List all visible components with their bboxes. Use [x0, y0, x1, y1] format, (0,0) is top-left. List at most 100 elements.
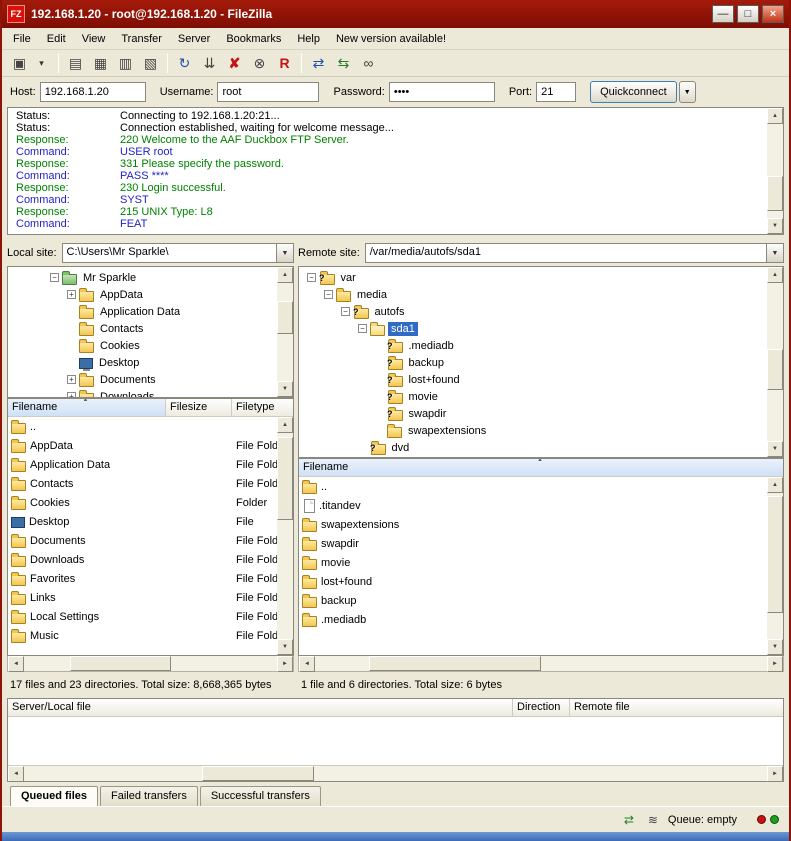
scroll-thumb[interactable] [277, 437, 293, 519]
remote-site-combobox[interactable]: /var/media/autofs/sda1 ▼ [365, 243, 784, 263]
local-site-combobox[interactable]: C:\Users\Mr Sparkle\ ▼ [62, 243, 294, 263]
menu-bookmarks[interactable]: Bookmarks [218, 30, 289, 48]
host-input[interactable] [40, 82, 146, 102]
scroll-up-icon[interactable]: ▲ [767, 477, 783, 493]
scroll-track[interactable] [767, 283, 783, 441]
scroll-down-icon[interactable]: ▼ [767, 218, 783, 234]
table-row[interactable]: MusicFile Folder [8, 626, 277, 645]
table-row[interactable]: .mediadb [299, 610, 767, 629]
expand-icon[interactable]: + [67, 290, 76, 299]
table-row[interactable]: .titandev [299, 496, 767, 515]
table-row[interactable]: AppDataFile Folder [8, 436, 277, 455]
local-list-scrollbar[interactable]: ▲ ▼ [277, 417, 293, 655]
tree-item[interactable]: Contacts [8, 320, 277, 337]
tree-item-selected[interactable]: −sda1 [299, 320, 767, 337]
table-row[interactable]: Application DataFile Folder [8, 455, 277, 474]
column-header-filename[interactable]: Filename▲ [8, 399, 166, 417]
scroll-up-icon[interactable]: ▲ [767, 108, 783, 124]
sync-browsing-icon[interactable]: ⇆ [332, 52, 355, 74]
queue-hscrollbar[interactable]: ◄ ► [8, 765, 783, 781]
remote-list-scrollbar[interactable]: ▲ ▼ [767, 477, 783, 655]
column-header-filesize[interactable]: Filesize [166, 399, 232, 417]
tree-item[interactable]: Application Data [8, 303, 277, 320]
scroll-up-icon[interactable]: ▲ [277, 267, 293, 283]
tree-item[interactable]: −?var [299, 269, 767, 286]
scroll-down-icon[interactable]: ▼ [767, 639, 783, 655]
scroll-down-icon[interactable]: ▼ [767, 441, 783, 457]
scroll-track[interactable] [24, 766, 767, 781]
minimize-button[interactable]: — [712, 5, 734, 23]
scroll-down-icon[interactable]: ▼ [277, 381, 293, 397]
table-row[interactable]: backup [299, 591, 767, 610]
menu-edit[interactable]: Edit [39, 30, 74, 48]
username-input[interactable] [217, 82, 319, 102]
column-header-filetype[interactable]: Filetype [232, 399, 293, 417]
table-row[interactable]: .. [8, 417, 277, 436]
scroll-thumb[interactable] [70, 656, 171, 671]
table-row[interactable]: Local SettingsFile Folder [8, 607, 277, 626]
scroll-up-icon[interactable]: ▲ [277, 417, 293, 433]
tree-item[interactable]: −Mr Sparkle [8, 269, 277, 286]
tree-item[interactable]: Desktop [8, 354, 277, 371]
tree-item[interactable]: +Downloads [8, 388, 277, 397]
tab-queued-files[interactable]: Queued files [10, 786, 98, 806]
tab-successful-transfers[interactable]: Successful transfers [200, 786, 321, 806]
tree-item[interactable]: swapextensions [299, 422, 767, 439]
scroll-track[interactable] [277, 433, 293, 639]
menu-help[interactable]: Help [289, 30, 328, 48]
tree-item[interactable]: ?backup [299, 354, 767, 371]
scroll-left-icon[interactable]: ◄ [8, 656, 24, 672]
scroll-right-icon[interactable]: ► [767, 766, 783, 782]
column-header-server-local-file[interactable]: Server/Local file [8, 699, 513, 717]
titlebar[interactable]: FZ 192.168.1.20 - root@192.168.1.20 - Fi… [2, 0, 789, 28]
toggle-log-icon[interactable]: ▤ [64, 52, 87, 74]
log-scrollbar[interactable]: ▲ ▼ [767, 108, 783, 234]
toggle-queue-icon[interactable]: ▧ [139, 52, 162, 74]
disconnect-icon[interactable]: ⊗ [248, 52, 271, 74]
tree-item[interactable]: +AppData [8, 286, 277, 303]
scroll-right-icon[interactable]: ► [767, 656, 783, 672]
remote-tree-scrollbar[interactable]: ▲ ▼ [767, 267, 783, 457]
toggle-local-tree-icon[interactable]: ▦ [89, 52, 112, 74]
maximize-button[interactable]: □ [737, 5, 759, 23]
scroll-right-icon[interactable]: ► [277, 656, 293, 672]
refresh-icon[interactable]: ↻ [173, 52, 196, 74]
sync-arrows-icon[interactable]: ⇄ [620, 812, 638, 828]
quickconnect-dropdown-icon[interactable]: ▼ [679, 81, 696, 103]
quickconnect-button[interactable]: Quickconnect [590, 81, 677, 103]
collapse-icon[interactable]: − [307, 273, 316, 282]
toggle-remote-tree-icon[interactable]: ▥ [114, 52, 137, 74]
collapse-icon[interactable]: − [341, 307, 350, 316]
chevron-down-icon[interactable]: ▼ [276, 244, 293, 262]
table-row[interactable]: .. [299, 477, 767, 496]
reconnect-icon[interactable]: R [273, 52, 296, 74]
table-row[interactable]: swapdir [299, 534, 767, 553]
scroll-thumb[interactable] [767, 496, 783, 613]
port-input[interactable] [536, 82, 576, 102]
tree-item[interactable]: Cookies [8, 337, 277, 354]
tree-item[interactable]: ?swapdir [299, 405, 767, 422]
scroll-track[interactable] [767, 124, 783, 218]
column-header-remote-file[interactable]: Remote file [570, 699, 783, 717]
scroll-thumb[interactable] [369, 656, 541, 671]
table-row[interactable]: movie [299, 553, 767, 572]
find-files-icon[interactable]: ∞ [357, 52, 380, 74]
column-header-filename[interactable]: Filename▲ [299, 459, 783, 477]
table-row[interactable]: LinksFile Folder [8, 588, 277, 607]
local-list-hscrollbar[interactable]: ◄ ► [7, 656, 294, 672]
scroll-track[interactable] [767, 493, 783, 639]
menu-transfer[interactable]: Transfer [113, 30, 170, 48]
password-input[interactable] [389, 82, 495, 102]
scroll-up-icon[interactable]: ▲ [767, 267, 783, 283]
scroll-track[interactable] [315, 656, 767, 671]
tree-item[interactable]: ?dvd [299, 439, 767, 456]
chevron-down-icon[interactable]: ▼ [766, 244, 783, 262]
tree-item[interactable]: ?lost+found [299, 371, 767, 388]
tree-item[interactable]: +Documents [8, 371, 277, 388]
local-tree-scrollbar[interactable]: ▲ ▼ [277, 267, 293, 397]
tree-item[interactable]: −media [299, 286, 767, 303]
collapse-icon[interactable]: − [324, 290, 333, 299]
site-manager-dropdown-icon[interactable]: ▾ [30, 52, 53, 74]
table-row[interactable]: DesktopFile [8, 512, 277, 531]
table-row[interactable]: FavoritesFile Folder [8, 569, 277, 588]
